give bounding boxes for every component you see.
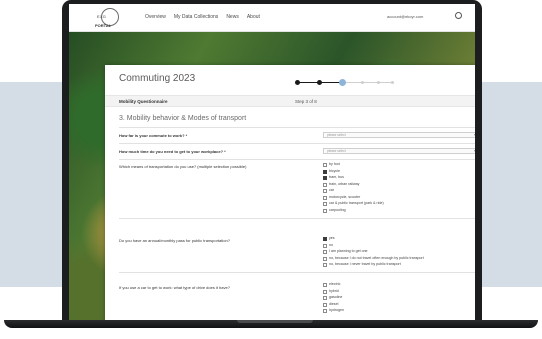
checkbox[interactable]: [323, 202, 327, 206]
stepper-dot-3-current[interactable]: [339, 79, 346, 86]
question-car-drive-type: If you use a car to get to work: what ty…: [119, 285, 230, 290]
section-title: 3. Mobility behavior & Modes of transpor…: [119, 115, 247, 122]
top-navbar: EXG PORTAL Overview My Data Collections …: [69, 4, 475, 32]
divider: [119, 159, 475, 160]
nav-news[interactable]: News: [226, 14, 239, 20]
option-label: by foot: [329, 162, 340, 166]
option-label: bicycle: [329, 168, 340, 173]
checkbox[interactable]: [323, 250, 327, 254]
stepper-line-todo: [343, 82, 393, 83]
progress-stepper: [295, 79, 395, 86]
stepper-dot-4[interactable]: [361, 81, 364, 84]
logo-bottom-text: PORTAL: [95, 23, 112, 28]
option-label: gasoline: [329, 295, 343, 299]
stepper-dot-5[interactable]: [377, 81, 380, 84]
checkbox[interactable]: [323, 256, 327, 261]
user-icon[interactable]: [455, 12, 462, 19]
option-label: tram, bus: [329, 175, 344, 179]
option-label: hydrogen: [329, 308, 344, 312]
checkbox[interactable]: [323, 263, 327, 267]
option-label: diesel: [329, 301, 339, 306]
questionnaire-subheader: Mobility Questionnaire Step 3 of 8: [105, 95, 475, 107]
checkbox[interactable]: [323, 283, 327, 287]
option-label: motorcycle, scooter: [329, 194, 361, 199]
option-label: car: [329, 188, 334, 192]
checkbox[interactable]: [323, 182, 327, 187]
option-label: no, because I never travel by public tra…: [329, 262, 401, 266]
checkbox[interactable]: [323, 289, 327, 294]
option-label: no: [329, 242, 333, 247]
nav-my-data-collections[interactable]: My Data Collections: [174, 14, 218, 20]
stepper-dot-6[interactable]: [391, 81, 394, 84]
commute-distance-select[interactable]: please select ▾: [323, 132, 475, 138]
checkbox[interactable]: [323, 243, 327, 248]
option-label: car & public transport (park & ride): [329, 201, 384, 205]
question-commute-time: How much time do you need to get to your…: [119, 149, 226, 154]
marketing-stage: EXG PORTAL Overview My Data Collections …: [0, 0, 542, 339]
option-label: yes: [329, 236, 335, 240]
modal-header: Commuting 2023 ×: [105, 65, 475, 93]
transit-pass-options: yes no I am planning to get one no, beca…: [323, 236, 424, 269]
divider: [119, 272, 475, 273]
option-label: no, because I do not travel often enough…: [329, 255, 424, 260]
car-drive-type-options: electric hybrid gasoline diesel hydrogen: [323, 282, 344, 315]
divider: [119, 218, 475, 219]
laptop-base: [4, 320, 538, 328]
checkbox-option[interactable]: carpooling: [323, 208, 384, 215]
nav-overview[interactable]: Overview: [145, 14, 166, 20]
checkbox-option[interactable]: hydrogen: [323, 308, 344, 315]
select-placeholder: please select: [327, 149, 346, 153]
question-transport-means: Which means of transportation do you use…: [119, 164, 247, 169]
checkbox-option[interactable]: no, because I never travel by public tra…: [323, 262, 424, 269]
nav-about[interactable]: About: [247, 14, 260, 20]
checkbox[interactable]: [323, 195, 327, 200]
account-email[interactable]: account@ekoyr.com: [387, 14, 423, 19]
option-label: electric: [329, 282, 341, 286]
checkbox[interactable]: [323, 208, 327, 213]
laptop-screen: EXG PORTAL Overview My Data Collections …: [69, 4, 475, 320]
logo-top-text: EXG: [97, 14, 107, 19]
option-label: I am planning to get one: [329, 249, 368, 253]
checkbox[interactable]: [323, 163, 327, 167]
checkbox[interactable]: [323, 189, 327, 193]
option-label: hybrid: [329, 288, 339, 293]
checkbox-checked[interactable]: [323, 169, 327, 174]
checkbox[interactable]: [323, 309, 327, 313]
portal-logo[interactable]: EXG PORTAL: [95, 8, 125, 30]
option-label: train, urban railway: [329, 181, 360, 186]
laptop-notch: [237, 320, 313, 323]
stepper-dot-1[interactable]: [295, 80, 300, 85]
questionnaire-name: Mobility Questionnaire: [119, 99, 168, 104]
question-transit-pass: Do you have an annual/monthly pass for p…: [119, 238, 230, 243]
questionnaire-modal: Commuting 2023 × Mobility Questionnaire …: [105, 65, 475, 320]
checkbox-checked[interactable]: [323, 237, 327, 241]
chevron-down-icon: ▾: [473, 132, 475, 137]
divider: [119, 143, 475, 144]
option-label: carpooling: [329, 207, 346, 212]
checkbox[interactable]: [323, 296, 327, 300]
checkbox-checked[interactable]: [323, 176, 327, 180]
stepper-dot-2[interactable]: [317, 80, 322, 85]
commute-time-select[interactable]: please select ▾: [323, 148, 475, 154]
step-indicator: Step 3 of 8: [295, 99, 317, 104]
question-commute-distance: How far is your commute to work? *: [119, 133, 188, 138]
select-placeholder: please select: [327, 133, 346, 137]
main-nav: Overview My Data Collections News About: [145, 14, 260, 20]
chevron-down-icon: ▾: [473, 148, 475, 153]
checkbox[interactable]: [323, 302, 327, 307]
modal-title: Commuting 2023: [119, 73, 196, 84]
transport-means-options: by foot bicycle tram, bus train, urban r…: [323, 162, 384, 214]
divider: [119, 127, 475, 128]
